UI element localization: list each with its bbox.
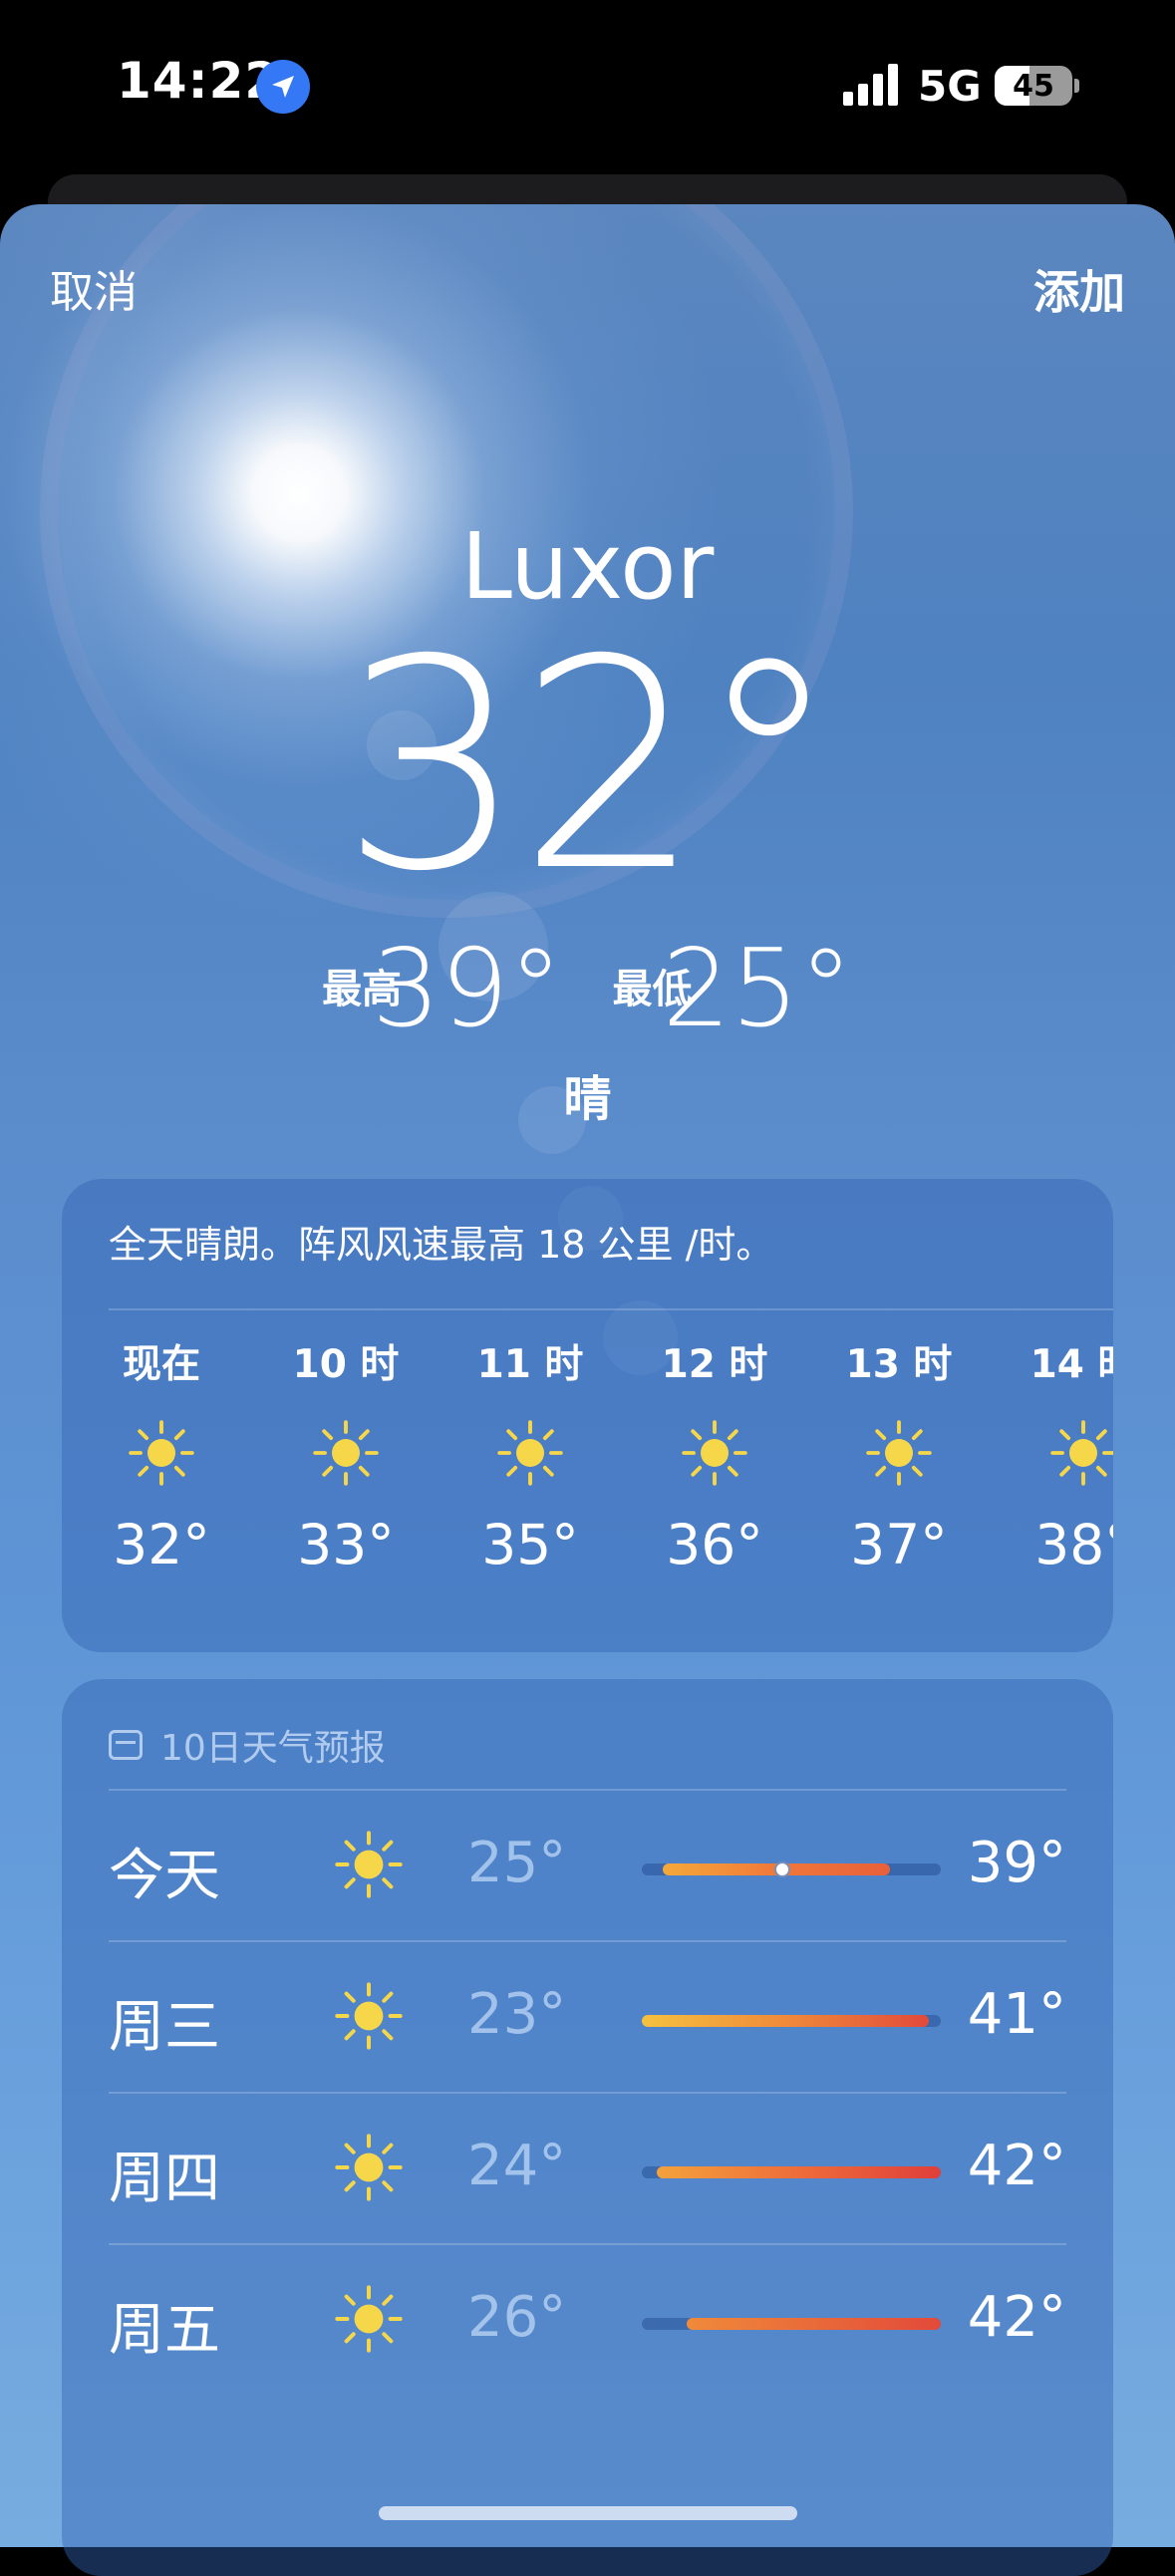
- hour-label: 10 时: [292, 1342, 400, 1387]
- cancel-button[interactable]: 取消: [50, 256, 138, 320]
- sun-icon: [333, 2132, 405, 2207]
- sun-icon: [625, 1393, 804, 1513]
- high-temp: 42°: [967, 2285, 1066, 2350]
- hourly-item: 11 时 35°: [441, 1333, 620, 1576]
- temperature-range-bar: [642, 2015, 941, 2027]
- battery-tip: [1074, 79, 1079, 93]
- hour-temp: 37°: [850, 1513, 948, 1576]
- low-temp: 25°: [467, 1831, 567, 1895]
- hour-label: 12 时: [661, 1342, 768, 1387]
- hourly-item: 10 时 33°: [256, 1333, 436, 1576]
- battery-icon: 45: [995, 66, 1072, 106]
- temperature-range-fill: [657, 2166, 941, 2178]
- calendar-icon: [109, 1730, 143, 1760]
- sun-icon: [72, 1393, 251, 1513]
- hour-temp: 32°: [113, 1513, 210, 1576]
- high-temp: 41°: [967, 1982, 1066, 2047]
- hourly-item: 12 时 36°: [625, 1333, 804, 1576]
- high-temp: 42°: [967, 2134, 1066, 2198]
- sun-icon: [994, 1393, 1113, 1513]
- daily-row[interactable]: 周三 23° 41°: [109, 1942, 1066, 2092]
- temperature-range-bar: [642, 1861, 941, 1877]
- daily-row[interactable]: 周四 24° 42°: [109, 2094, 1066, 2243]
- current-temperature: 32°: [340, 599, 840, 935]
- sun-icon: [441, 1393, 620, 1513]
- temperature-range-fill: [642, 2015, 929, 2027]
- add-button[interactable]: 添加: [1033, 256, 1125, 322]
- temperature-range-fill: [687, 2318, 941, 2330]
- ten-day-forecast-header: 10日天气预报: [109, 1719, 386, 1771]
- sun-icon: [333, 2283, 405, 2359]
- ten-day-forecast-title: 10日天气预报: [160, 1728, 386, 1769]
- day-label: 周三: [109, 1995, 220, 2060]
- forecast-summary: 全天晴朗。阵风风速最高 18 公里 /时。: [109, 1223, 774, 1267]
- low-temp: 23°: [467, 1982, 567, 2047]
- hour-temp: 36°: [666, 1513, 763, 1576]
- network-type: 5G: [918, 62, 982, 111]
- day-label: 周五: [109, 2298, 220, 2363]
- hourly-forecast-card[interactable]: 全天晴朗。阵风风速最高 18 公里 /时。 现在 32° 10 时 33° 11 时 35…: [62, 1179, 1113, 1652]
- low-label: 最低: [612, 967, 693, 1013]
- battery-percent: 45: [1013, 69, 1054, 104]
- high-low-temperature: 最高39° 最低25°: [0, 927, 1175, 1051]
- current-temp-marker: [774, 1861, 790, 1877]
- hour-temp: 38°: [1034, 1513, 1113, 1576]
- ten-day-forecast-card[interactable]: 10日天气预报 今天 25° 39° 周三 23° 41° 周四 24° 42° 周五 26° 42°: [62, 1679, 1113, 2576]
- daily-row[interactable]: 周五 26° 42°: [109, 2245, 1066, 2395]
- cellular-signal-icon: [843, 62, 901, 106]
- hourly-forecast-list[interactable]: 现在 32° 10 时 33° 11 时 35° 12 时 36° 13 时 37° 14 时 38°: [62, 1333, 1113, 1632]
- hour-label: 13 时: [845, 1342, 953, 1387]
- hourly-item: 14 时 38°: [994, 1333, 1113, 1576]
- weather-condition: 晴: [563, 1071, 612, 1127]
- divider: [109, 1308, 1113, 1310]
- high-label: 最高: [322, 967, 403, 1013]
- location-arrow-icon: [256, 60, 310, 114]
- sun-icon: [809, 1393, 989, 1513]
- day-label: 今天: [109, 1844, 220, 1908]
- day-label: 周四: [109, 2147, 220, 2211]
- temperature-range-bar: [642, 2166, 941, 2178]
- sun-icon: [333, 1980, 405, 2056]
- hourly-item: 13 时 37°: [809, 1333, 989, 1576]
- status-bar: 14:22 5G 45: [0, 0, 1175, 169]
- low-temp: 26°: [467, 2285, 567, 2350]
- hour-label: 现在: [122, 1342, 200, 1387]
- hour-temp: 33°: [297, 1513, 395, 1576]
- high-temp: 39°: [967, 1831, 1066, 1895]
- low-temp: 24°: [467, 2134, 567, 2198]
- sun-icon: [333, 1829, 405, 1904]
- hour-label: 11 时: [476, 1342, 584, 1387]
- sun-icon: [256, 1393, 436, 1513]
- hour-temp: 35°: [481, 1513, 579, 1576]
- hour-label: 14 时: [1029, 1342, 1113, 1387]
- home-indicator[interactable]: [379, 2506, 797, 2520]
- temperature-range-bar: [642, 2318, 941, 2330]
- daily-row[interactable]: 今天 25° 39°: [109, 1791, 1066, 1940]
- hourly-item: 现在 32°: [72, 1333, 251, 1576]
